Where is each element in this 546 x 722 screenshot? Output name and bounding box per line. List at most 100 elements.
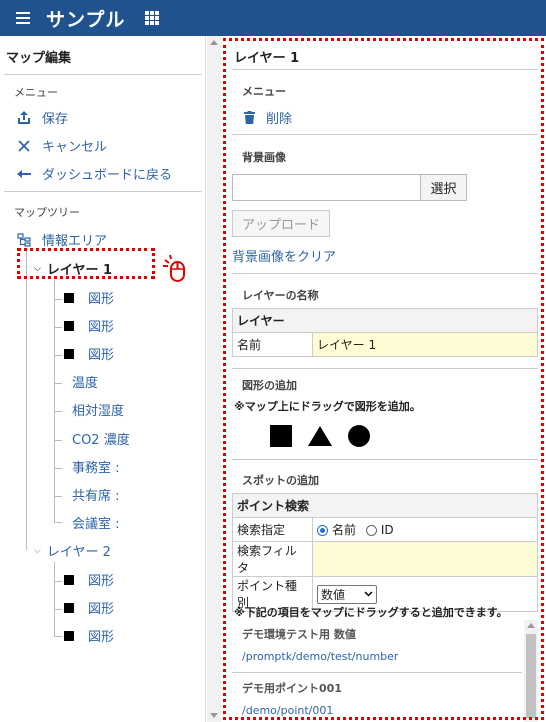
divider [4,74,202,75]
scroll-up-icon[interactable] [210,40,218,45]
divider [232,134,538,135]
apps-grid-icon[interactable] [145,11,160,25]
scroll-up-icon[interactable] [527,623,535,628]
tree-node-shared-seat[interactable]: 共有席 : [72,485,120,504]
name-label: 名前 [232,332,313,357]
mouse-click-icon [162,254,192,284]
tree-node-label: 図形 [88,348,115,363]
layer-properties-panel: レイヤー 1 メニュー 削除 背景画像 選択 アップロード 背景画像をクリア レ… [222,36,546,722]
clear-background-link[interactable]: 背景画像をクリア [232,246,336,265]
tree-node-office[interactable]: 事務室 : [72,457,120,476]
map-edit-sidebar: マップ編集 メニュー 保存 キャンセル ダッシュボードに戻る マップツリー 情報… [0,36,206,722]
tree-line [54,280,55,522]
square-shape-icon [64,574,74,585]
square-shape-icon[interactable] [270,425,292,447]
point-title[interactable]: デモ環境テスト用 数値 [242,626,356,642]
point-type-select[interactable]: 数値 [317,584,377,604]
panel-menu-label: メニュー [242,85,286,98]
square-shape-icon [64,630,74,641]
chevron-down-icon [364,591,373,597]
hamburger-menu-icon[interactable] [16,12,32,24]
tree-node-co2[interactable]: CO2 濃度 [72,429,130,448]
layer-name-section-label: レイヤーの名称 [242,289,319,302]
tree-line [54,355,62,356]
tree-line [54,609,62,610]
tree-node-temperature[interactable]: 温度 [72,372,98,391]
scroll-thumb[interactable] [526,634,536,718]
shape-hint-text: ※マップ上にドラッグで図形を追加。 [234,400,421,413]
tree-node-label: 事務室 : [72,461,120,476]
divider [232,368,538,369]
drag-hint-text: ※下記の項目をマップにドラッグすると追加できます。 [234,606,508,619]
save-label: 保存 [42,112,69,127]
cancel-button[interactable]: キャンセル [14,136,107,155]
back-to-dashboard-button[interactable]: ダッシュボードに戻る [14,164,172,183]
square-shape-icon [64,292,74,303]
map-tree-label: マップツリー [14,206,80,219]
delete-label: 削除 [266,112,293,127]
search-by-options: 名前 ID [312,517,538,542]
layer-name-input[interactable]: レイヤー 1 [312,332,538,357]
point-search-table: ポイント検索 検索指定 名前 ID 検索フィルタ ポイント種別 数値 [232,493,538,612]
search-by-label: 検索指定 [232,517,313,542]
tree-node-layer-2[interactable]: ⌵ レイヤー 2 [34,541,111,560]
tree-node-label: 図形 [88,320,115,335]
tree-node-label: 図形 [88,630,115,645]
tree-node-label: 図形 [88,602,115,617]
radio-name[interactable] [317,525,328,536]
tree-node-shape[interactable]: 図形 [64,598,114,617]
layer-name-table: レイヤー 名前 レイヤー 1 [232,308,538,357]
tree-node-shape[interactable]: 図形 [64,288,114,307]
select-button[interactable]: 選択 [420,174,467,201]
background-file-input[interactable] [232,174,421,201]
triangle-shape-icon[interactable] [308,426,332,446]
highlight-box [17,248,155,279]
tree-line [54,636,62,637]
point-list: デモ環境テスト用 数値 /promptk/demo/test/number デモ… [232,620,538,722]
tree-node-humidity[interactable]: 相対湿度 [72,400,124,419]
save-button[interactable]: 保存 [14,108,68,127]
tree-node-label: 温度 [72,376,99,391]
layer-2-label: レイヤー 2 [46,545,111,560]
tree-node-meeting-room[interactable]: 会議室 : [72,513,120,532]
divider [232,69,538,70]
shape-add-label: 図形の追加 [242,379,297,392]
tree-node-shape[interactable]: 図形 [64,344,114,363]
tree-line [54,299,62,300]
back-to-dashboard-label: ダッシュボードに戻る [42,168,173,183]
sidebar-scrollbar[interactable] [207,36,221,722]
radio-name-label: 名前 [332,523,357,537]
circle-shape-icon[interactable] [348,425,370,447]
point-search-header: ポイント検索 [232,493,538,518]
tree-root-label: 情報エリア [42,234,108,249]
search-filter-input[interactable] [312,541,538,577]
shape-palette [270,425,370,447]
tree-node-shape[interactable]: 図形 [64,570,114,589]
cancel-label: キャンセル [42,140,108,155]
tree-line [54,522,62,523]
square-shape-icon [64,602,74,613]
radio-id[interactable] [365,525,377,536]
point-title[interactable]: デモ用ポイント001 [242,680,342,696]
tree-node-shape[interactable]: 図形 [64,316,114,335]
delete-button[interactable]: 削除 [244,108,292,127]
tree-node-shape[interactable]: 図形 [64,626,114,645]
search-filter-label: 検索フィルタ [232,541,313,577]
app-title: サンプル [46,8,126,31]
tree-line [26,250,27,550]
point-list-scrollbar[interactable] [524,620,538,722]
layer-table-header: レイヤー [232,308,538,333]
trash-icon [244,111,255,124]
arrow-left-icon [14,168,34,180]
divider [232,459,538,460]
scroll-down-icon[interactable] [210,713,218,718]
point-path[interactable]: /demo/point/001 [242,704,333,717]
chevron-down-icon: ⌵ [34,545,41,556]
radio-id-label: ID [380,523,394,537]
square-shape-icon [64,348,74,359]
tree-node-label: CO2 濃度 [72,433,130,448]
tree-node-info-area[interactable]: 情報エリア [14,230,107,249]
point-path[interactable]: /promptk/demo/test/number [242,650,398,663]
divider [4,191,202,192]
upload-button[interactable]: アップロード [232,210,330,237]
